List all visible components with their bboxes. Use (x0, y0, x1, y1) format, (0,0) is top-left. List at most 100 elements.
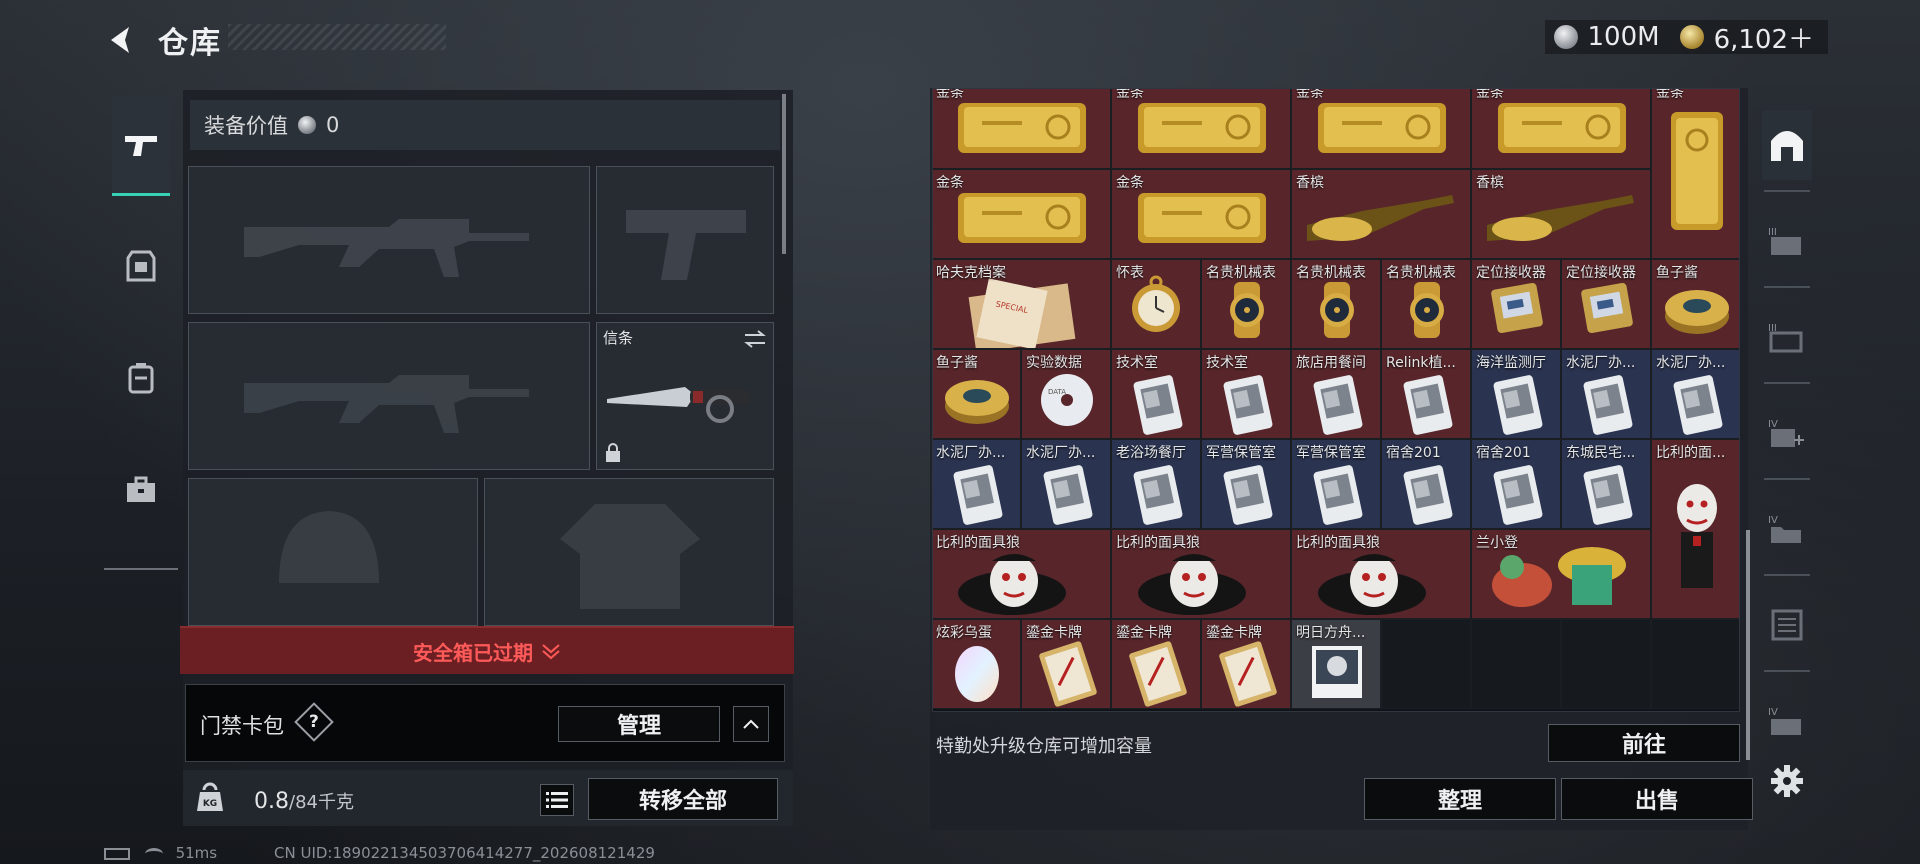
stash-item[interactable]: 名贵机械表 (1381, 259, 1471, 349)
gold-coin-amount[interactable]: 6,102＋ (1714, 19, 1814, 56)
equipment-nav (104, 88, 178, 568)
stash-item[interactable]: 金条 (933, 169, 1111, 259)
stash-item[interactable]: 金条 (1651, 89, 1739, 259)
nav-armor-tab[interactable] (112, 216, 170, 316)
stash-item[interactable]: 怀表 (1111, 259, 1201, 349)
gold-coin-icon (1679, 25, 1704, 49)
stash-item[interactable]: 金条 (1291, 89, 1471, 169)
stash-item-label: 技术室 (1206, 355, 1248, 371)
stash-item-label: 比利的面... (1656, 445, 1726, 461)
stash-item[interactable]: SPECIAL 哈夫克档案 (933, 259, 1111, 349)
transfer-all-button[interactable]: 转移全部 (588, 778, 778, 820)
stash-item[interactable]: 海洋监测厅 (1471, 349, 1561, 439)
stash-item[interactable]: 金条 (1111, 169, 1291, 259)
stash-tab-4-add[interactable]: IV (1762, 398, 1812, 468)
stash-scrollbar[interactable] (1746, 530, 1750, 760)
stash-item[interactable]: 比利的面具狼 (1291, 529, 1471, 619)
stash-item[interactable]: 香槟 (1291, 169, 1471, 259)
stash-item-label: 金条 (1476, 88, 1504, 101)
stash-item[interactable]: 鱼子酱 (933, 349, 1021, 439)
stash-item[interactable]: 比利的面具狼 (1111, 529, 1291, 619)
stash-item[interactable]: 兰小登 (1471, 529, 1651, 619)
helmet-slot[interactable] (188, 478, 478, 626)
stash-item[interactable]: 水泥厂办... (933, 439, 1021, 529)
stash-item[interactable]: 水泥厂办... (1651, 349, 1739, 439)
sort-button[interactable]: 整理 (1364, 778, 1556, 820)
stash-item[interactable]: 明日方舟... (1291, 619, 1381, 709)
stash-item[interactable]: 水泥厂办... (1561, 349, 1651, 439)
stash-item[interactable]: 军营保管室 (1291, 439, 1381, 529)
stash-item[interactable]: 香槟 (1471, 169, 1651, 259)
stash-item[interactable]: 鎏金卡牌 (1201, 619, 1291, 709)
go-button[interactable]: 前往 (1548, 724, 1740, 762)
settings-button[interactable] (1762, 746, 1812, 816)
stash-item[interactable]: Relink植... (1381, 349, 1471, 439)
pistol-slot[interactable] (596, 166, 774, 314)
stash-item[interactable]: 东城民宅... (1561, 439, 1651, 529)
list-view-button[interactable] (540, 784, 574, 816)
stash-item-label: 技术室 (1116, 355, 1158, 371)
stash-item-label: 金条 (1116, 175, 1144, 191)
stash-item[interactable]: DATA 实验数据 (1021, 349, 1111, 439)
secondary-weapon-slot[interactable] (188, 322, 590, 470)
safe-box-expired-banner[interactable]: 安全箱已过期 (180, 626, 794, 674)
stash-item[interactable]: 旅店用餐间 (1291, 349, 1381, 439)
empty-slot[interactable] (1381, 619, 1471, 709)
weight-current: 0.8 (254, 789, 289, 814)
sell-button[interactable]: 出售 (1561, 778, 1753, 820)
stash-item-label: 兰小登 (1476, 535, 1518, 551)
stash-item-label: 名贵机械表 (1296, 265, 1366, 281)
stash-item-label: 定位接收器 (1566, 265, 1636, 281)
stash-item[interactable]: 比利的面具狼 (933, 529, 1111, 619)
stash-item-label: 老浴场餐厅 (1116, 445, 1186, 461)
nav-backpack-tab[interactable] (112, 328, 170, 428)
empty-slot[interactable] (1651, 619, 1739, 709)
stash-item[interactable]: 比利的面... (1651, 439, 1739, 619)
stash-item[interactable]: 鱼子酱 (1651, 259, 1739, 349)
storage-IV-c-icon: IV (1768, 707, 1801, 735)
stash-item[interactable]: 鎏金卡牌 (1021, 619, 1111, 709)
stash-item[interactable]: 名贵机械表 (1201, 259, 1291, 349)
empty-slot[interactable] (1471, 619, 1561, 709)
stash-tab-4-folder[interactable]: IV (1762, 494, 1812, 564)
stash-item[interactable]: 宿舍201 (1381, 439, 1471, 529)
stash-tab-3a[interactable]: III (1762, 206, 1812, 276)
stash-item[interactable]: 金条 (1471, 88, 1651, 169)
armor-slot[interactable] (484, 478, 774, 626)
back-button[interactable] (100, 20, 140, 60)
weight-kg-icon: KG (197, 782, 223, 811)
storage-list-icon (1771, 609, 1803, 641)
stash-item[interactable]: 名贵机械表 (1291, 259, 1381, 349)
melee-slot[interactable]: 信条 (596, 322, 774, 470)
stash-item[interactable]: 炫彩乌蛋 (933, 619, 1021, 709)
primary-weapon-slot[interactable] (188, 166, 590, 314)
stash-item-label: 水泥厂办... (936, 445, 1006, 461)
stash-item[interactable]: 金条 (1111, 89, 1291, 169)
stash-item[interactable]: 技术室 (1111, 349, 1201, 439)
stash-item[interactable]: 定位接收器 (1471, 259, 1561, 349)
empty-slot[interactable] (1561, 619, 1651, 709)
equipment-scrollbar[interactable] (782, 94, 786, 254)
stash-item[interactable]: 军营保管室 (1201, 439, 1291, 529)
list-icon (546, 792, 568, 808)
stash-item[interactable]: 宿舍201 (1471, 439, 1561, 529)
nav-case-tab[interactable] (112, 440, 170, 540)
silver-coin-icon (298, 116, 316, 134)
nav-weapon-tab[interactable] (112, 96, 170, 196)
stash-tab-list[interactable] (1762, 590, 1812, 660)
swap-icon[interactable] (743, 329, 767, 349)
stash-item[interactable]: 技术室 (1201, 349, 1291, 439)
stash-item[interactable]: 鎏金卡牌 (1111, 619, 1201, 709)
stash-item[interactable]: 老浴场餐厅 (1111, 439, 1201, 529)
stash-tab-3b[interactable]: III (1762, 302, 1812, 372)
stash-home-tab[interactable] (1762, 110, 1812, 180)
collapse-button[interactable] (733, 706, 769, 742)
stash-item-label: 鱼子酱 (1656, 265, 1698, 281)
manage-button[interactable]: 管理 (558, 706, 720, 742)
stash-item[interactable]: 金条 (933, 89, 1111, 169)
stash-item-label: 鎏金卡牌 (1026, 625, 1082, 641)
stash-item-label: 水泥厂办... (1566, 355, 1636, 371)
stash-item-label: 怀表 (1116, 265, 1144, 281)
stash-item[interactable]: 水泥厂办... (1021, 439, 1111, 529)
stash-item[interactable]: 定位接收器 (1561, 259, 1651, 349)
